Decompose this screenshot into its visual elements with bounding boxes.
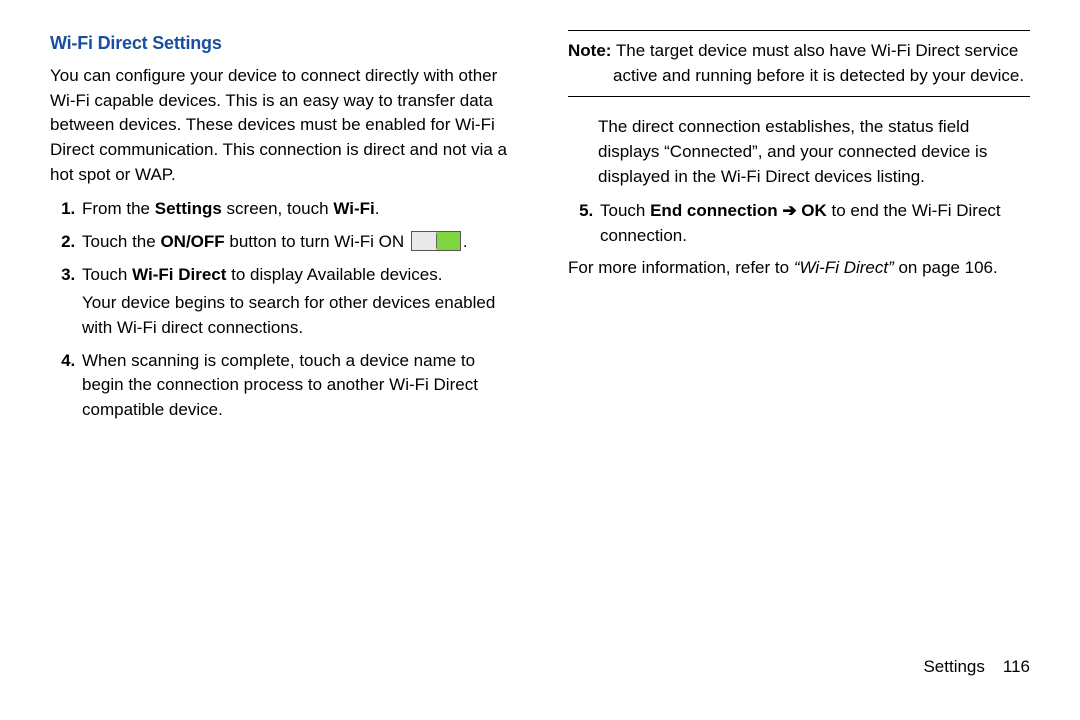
- intro-paragraph: You can configure your device to connect…: [50, 64, 512, 187]
- step-1-text-e: .: [375, 199, 380, 218]
- note-label: Note:: [568, 41, 611, 60]
- step-3-text-c: to display Available devices.: [226, 265, 442, 284]
- right-column: Note: The target device must also have W…: [540, 30, 1050, 710]
- step-2-text-d: .: [463, 232, 468, 251]
- step-1: From the Settings screen, touch Wi-Fi.: [80, 197, 512, 222]
- note-box: Note: The target device must also have W…: [568, 30, 1030, 97]
- step-3: Touch Wi-Fi Direct to display Available …: [80, 263, 512, 341]
- footer-section: Settings: [923, 657, 984, 676]
- page-footer: Settings 116: [923, 655, 1030, 680]
- step-5-bold-endconn: End connection: [650, 201, 778, 220]
- more-info-a: For more information, refer to: [568, 258, 794, 277]
- step-3-bold-wifidirect: Wi-Fi Direct: [132, 265, 226, 284]
- step-5-bold-ok: OK: [801, 201, 827, 220]
- more-info: For more information, refer to “Wi-Fi Di…: [568, 256, 1030, 281]
- section-heading: Wi-Fi Direct Settings: [50, 30, 512, 56]
- more-info-c: on page 106.: [894, 258, 998, 277]
- step-5-text-a: Touch: [600, 201, 650, 220]
- note-content: Note: The target device must also have W…: [568, 39, 1030, 88]
- note-text: The target device must also have Wi-Fi D…: [611, 41, 1024, 85]
- steps-list: From the Settings screen, touch Wi-Fi. T…: [50, 197, 512, 422]
- step-3-text-a: Touch: [82, 265, 132, 284]
- more-info-link: “Wi-Fi Direct”: [794, 258, 894, 277]
- step-1-text-a: From the: [82, 199, 155, 218]
- step-2-bold-onoff: ON/OFF: [160, 232, 224, 251]
- arrow-icon: ➔: [778, 201, 802, 220]
- step-2: Touch the ON/OFF button to turn Wi-Fi ON…: [80, 230, 512, 255]
- page-container: Wi-Fi Direct Settings You can configure …: [0, 0, 1080, 720]
- step-2-text-c: button to turn Wi-Fi ON: [225, 232, 409, 251]
- step-2-text-a: Touch the: [82, 232, 160, 251]
- footer-page-number: 116: [1003, 657, 1030, 676]
- step-1-text-c: screen, touch: [222, 199, 334, 218]
- step-5: Touch End connection ➔ OK to end the Wi-…: [598, 199, 1030, 248]
- step-3-sub: Your device begins to search for other d…: [82, 291, 512, 340]
- step-4: When scanning is complete, touch a devic…: [80, 349, 512, 423]
- left-column: Wi-Fi Direct Settings You can configure …: [30, 30, 540, 710]
- wifi-switch-on-icon: [411, 231, 461, 251]
- right-paragraph: The direct connection establishes, the s…: [568, 115, 1030, 189]
- step-1-bold-wifi: Wi-Fi: [333, 199, 374, 218]
- step-1-bold-settings: Settings: [155, 199, 222, 218]
- steps-list-continued: Touch End connection ➔ OK to end the Wi-…: [568, 199, 1030, 248]
